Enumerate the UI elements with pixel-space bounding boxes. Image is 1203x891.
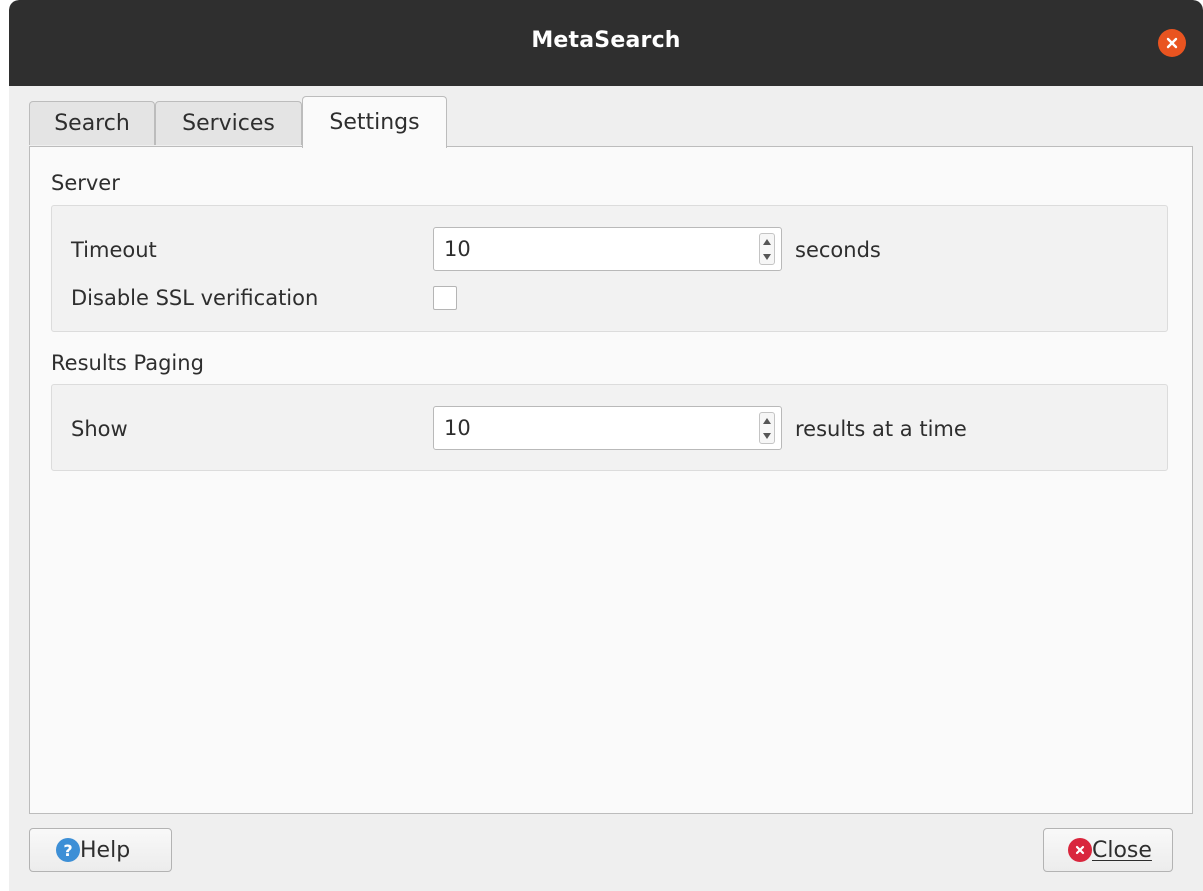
help-button[interactable]: ? Help (29, 828, 172, 872)
timeout-value: 10 (444, 237, 471, 261)
arrow-up-icon[interactable] (763, 238, 771, 245)
arrow-down-icon[interactable] (763, 432, 771, 439)
settings-panel: Server Timeout 10 seconds Disable SSL ve… (29, 146, 1193, 814)
window-title: MetaSearch (531, 28, 681, 53)
arrow-up-icon[interactable] (763, 417, 771, 424)
results-paging-group: Show 10 results at a time (51, 384, 1168, 471)
results-unit-label: results at a time (795, 417, 967, 441)
close-icon (1165, 31, 1179, 56)
close-button-label: Close (1092, 837, 1152, 863)
metasearch-dialog: MetaSearch Search Services Settings Serv… (9, 0, 1203, 891)
tab-settings[interactable]: Settings (302, 96, 447, 148)
disable-ssl-checkbox[interactable] (433, 286, 457, 310)
tab-search-label: Search (54, 111, 130, 136)
help-icon: ? (56, 838, 80, 862)
close-icon (1068, 838, 1092, 862)
show-label: Show (71, 417, 128, 441)
results-paging-section-label: Results Paging (51, 351, 204, 375)
server-group: Timeout 10 seconds Disable SSL verificat… (51, 205, 1168, 332)
results-count-stepper[interactable] (759, 412, 775, 444)
timeout-spinbox[interactable]: 10 (433, 227, 782, 271)
tab-settings-label: Settings (329, 110, 420, 135)
tab-search[interactable]: Search (29, 101, 155, 145)
window-close-button[interactable] (1158, 29, 1186, 57)
timeout-label: Timeout (71, 238, 157, 262)
tab-services[interactable]: Services (155, 101, 302, 145)
server-section-label: Server (51, 171, 120, 195)
help-button-label: Help (80, 837, 131, 863)
ssl-verification-label: Disable SSL verification (71, 286, 319, 310)
results-count-spinbox[interactable]: 10 (433, 406, 782, 450)
results-count-value: 10 (444, 416, 471, 440)
title-bar[interactable]: MetaSearch (9, 0, 1203, 86)
arrow-down-icon[interactable] (763, 253, 771, 260)
timeout-unit-label: seconds (795, 238, 881, 262)
tab-services-label: Services (182, 111, 275, 136)
close-button[interactable]: Close (1043, 828, 1173, 872)
timeout-stepper[interactable] (759, 233, 775, 265)
